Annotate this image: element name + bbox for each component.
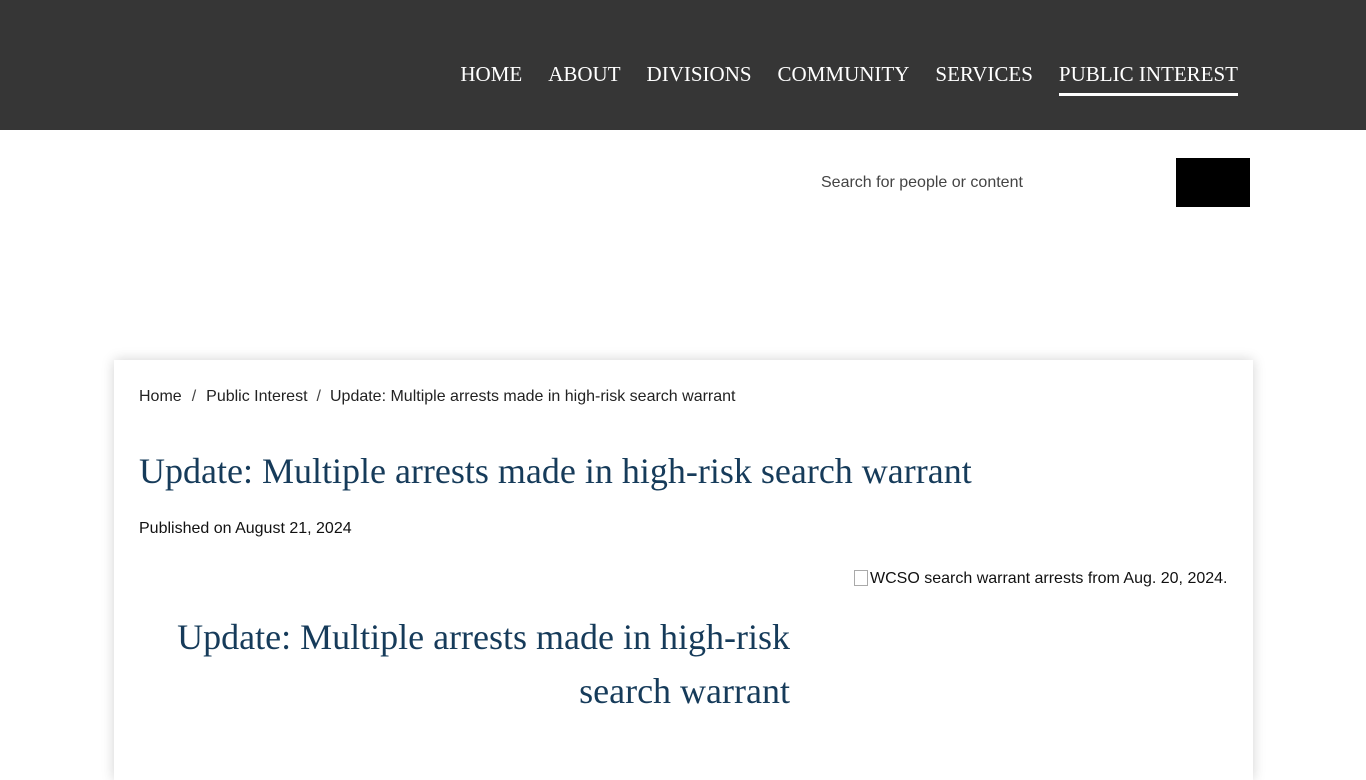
nav-about[interactable]: ABOUT [548, 60, 620, 96]
main-nav: HOME ABOUT DIVISIONS COMMUNITY SERVICES … [434, 60, 1238, 96]
breadcrumb-public-interest[interactable]: Public Interest [206, 388, 307, 405]
breadcrumb-separator: / [316, 388, 321, 405]
search-button[interactable] [1176, 158, 1250, 207]
image-alt-text: WCSO search warrant arrests from Aug. 20… [870, 570, 1228, 587]
breadcrumb-separator: / [191, 388, 197, 405]
article-subtitle: Update: Multiple arrests made in high-ri… [177, 617, 790, 711]
nav-community[interactable]: COMMUNITY [778, 60, 910, 96]
search-bar [808, 158, 1250, 207]
nav-home[interactable]: HOME [460, 60, 522, 96]
published-date: Published on August 21, 2024 [139, 520, 352, 538]
article-image: WCSO search warrant arrests from Aug. 20… [854, 570, 1227, 588]
nav-services[interactable]: SERVICES [935, 60, 1033, 96]
published-prefix: Published on [139, 520, 232, 537]
nav-public-interest[interactable]: PUBLIC INTEREST [1058, 60, 1238, 96]
breadcrumb: Home / Public Interest / Update: Multiple ar… [139, 388, 735, 406]
published-date-value: August 21, 2024 [235, 520, 352, 537]
breadcrumb-current: Update: Multiple arrests made in high-ri… [329, 388, 736, 405]
breadcrumb-home[interactable]: Home [139, 388, 182, 405]
page-title: Update: Multiple arrests made in high-ri… [139, 451, 972, 491]
top-navigation-bar: HOME ABOUT DIVISIONS COMMUNITY SERVICES … [0, 0, 1366, 130]
search-input[interactable] [808, 158, 1168, 207]
nav-divisions[interactable]: DIVISIONS [647, 60, 752, 96]
broken-image-icon [854, 570, 868, 586]
article-card: Home / Public Interest / Update: Multiple ar… [114, 360, 1253, 780]
